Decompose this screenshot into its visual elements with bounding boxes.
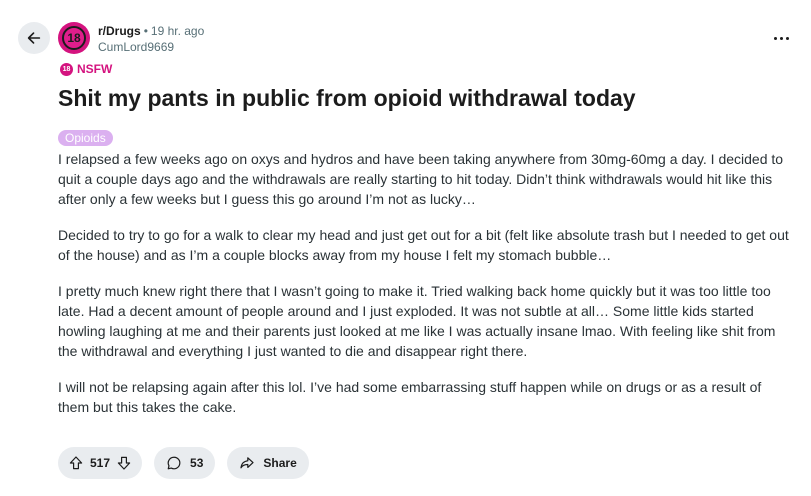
post-flair[interactable]: Opioids: [58, 130, 113, 146]
share-icon: [240, 457, 254, 469]
nsfw-icon: 18: [60, 62, 73, 76]
nsfw-label: NSFW: [77, 62, 113, 76]
nsfw-tag: 18 NSFW: [60, 62, 112, 76]
upvote-icon: [69, 456, 83, 470]
vote-control: 517: [58, 447, 143, 479]
downvote-icon: [117, 456, 131, 470]
post-paragraph: Decided to try to go for a walk to clear…: [58, 227, 789, 263]
avatar-18-badge: 18: [62, 26, 86, 50]
post-paragraph: I relapsed a few weeks ago on oxys and h…: [58, 151, 784, 207]
upvote-button[interactable]: [68, 455, 84, 471]
author-link[interactable]: CumLord9669: [98, 39, 174, 55]
post-paragraph: I pretty much knew right there that I wa…: [58, 283, 776, 359]
share-button[interactable]: Share: [227, 447, 309, 479]
dot-icon: [779, 36, 783, 40]
more-options-button[interactable]: [766, 26, 796, 50]
post-body: I relapsed a few weeks ago on oxys and h…: [58, 149, 793, 433]
comments-button[interactable]: 53: [154, 447, 216, 479]
post-meta: r/Drugs • 19 hr. ago: [98, 23, 204, 39]
comment-icon: [167, 456, 181, 470]
dot-icon: [773, 36, 777, 40]
post-actions: 517 53 Share: [58, 447, 309, 479]
subreddit-link[interactable]: r/Drugs: [98, 24, 141, 38]
comment-count: 53: [190, 456, 204, 470]
vote-count: 517: [90, 456, 111, 470]
post-age: 19 hr. ago: [150, 24, 205, 38]
arrow-left-icon: [27, 32, 41, 44]
share-label: Share: [263, 456, 297, 470]
downvote-button[interactable]: [116, 455, 132, 471]
post-paragraph: I will not be relapsing again after this…: [58, 379, 762, 415]
back-button[interactable]: [18, 22, 50, 54]
subreddit-avatar[interactable]: 18: [58, 22, 90, 54]
post-title: Shit my pants in public from opioid with…: [58, 85, 636, 111]
meta-separator: •: [143, 24, 148, 38]
dot-icon: [785, 36, 789, 40]
